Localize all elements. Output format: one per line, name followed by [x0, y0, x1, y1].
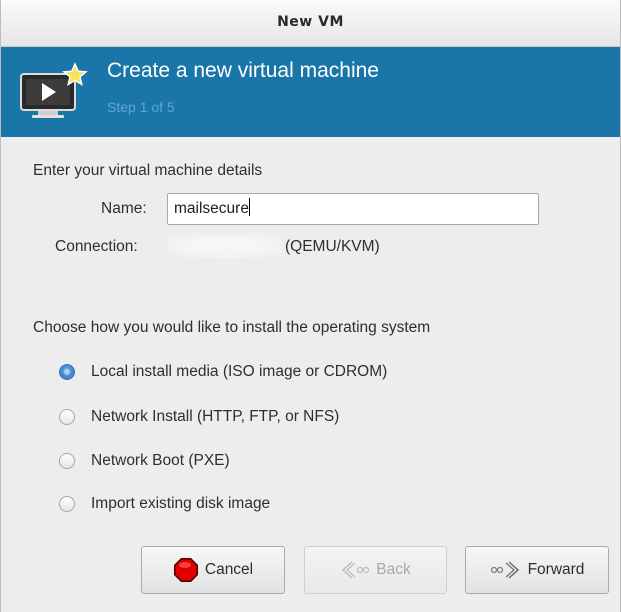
radio-button[interactable] [59, 453, 75, 469]
forward-button[interactable]: Forward [465, 546, 609, 594]
radio-label: Network Boot (PXE) [91, 452, 230, 469]
stop-icon [173, 557, 199, 583]
connection-host-redacted [167, 234, 283, 258]
name-input-value: mailsecure [174, 200, 249, 217]
radio-label: Import existing disk image [91, 495, 271, 512]
back-button[interactable]: Back [304, 546, 447, 594]
radio-button[interactable] [59, 409, 75, 425]
cancel-button[interactable]: Cancel [141, 546, 285, 594]
new-vm-window: New VM Create a new virtual machine Step… [0, 0, 621, 612]
install-heading: Choose how you would like to install the… [33, 319, 431, 336]
radio-network-install[interactable]: Network Install (HTTP, FTP, or NFS) [59, 405, 339, 429]
dialog-content: Enter your virtual machine details Name:… [1, 137, 620, 612]
cancel-label: Cancel [204, 561, 254, 578]
details-heading: Enter your virtual machine details [33, 162, 263, 179]
header-banner: Create a new virtual machine Step 1 of 5 [1, 47, 620, 137]
radio-button[interactable] [59, 496, 75, 512]
radio-network-boot[interactable]: Network Boot (PXE) [59, 449, 230, 473]
banner-title: Create a new virtual machine [107, 59, 379, 82]
back-label: Back [376, 561, 411, 578]
radio-label: Local install media (ISO image or CDROM) [91, 363, 388, 380]
forward-label: Forward [527, 561, 585, 578]
vm-monitor-star-icon [20, 62, 88, 124]
back-arrow-icon [340, 560, 370, 580]
radio-label: Network Install (HTTP, FTP, or NFS) [91, 408, 340, 425]
text-cursor [248, 198, 250, 216]
title-bar[interactable]: New VM [1, 0, 620, 47]
window-title: New VM [277, 14, 344, 30]
name-label: Name: [101, 200, 147, 217]
connection-label: Connection: [55, 238, 138, 255]
radio-import-disk[interactable]: Import existing disk image [59, 492, 270, 516]
name-input[interactable]: mailsecure [167, 193, 539, 225]
forward-arrow-icon [490, 560, 522, 580]
radio-local-media[interactable]: Local install media (ISO image or CDROM) [59, 360, 387, 384]
step-indicator: Step 1 of 5 [107, 99, 175, 115]
connection-value: (QEMU/KVM) [285, 238, 380, 255]
radio-button-selected[interactable] [59, 364, 75, 380]
